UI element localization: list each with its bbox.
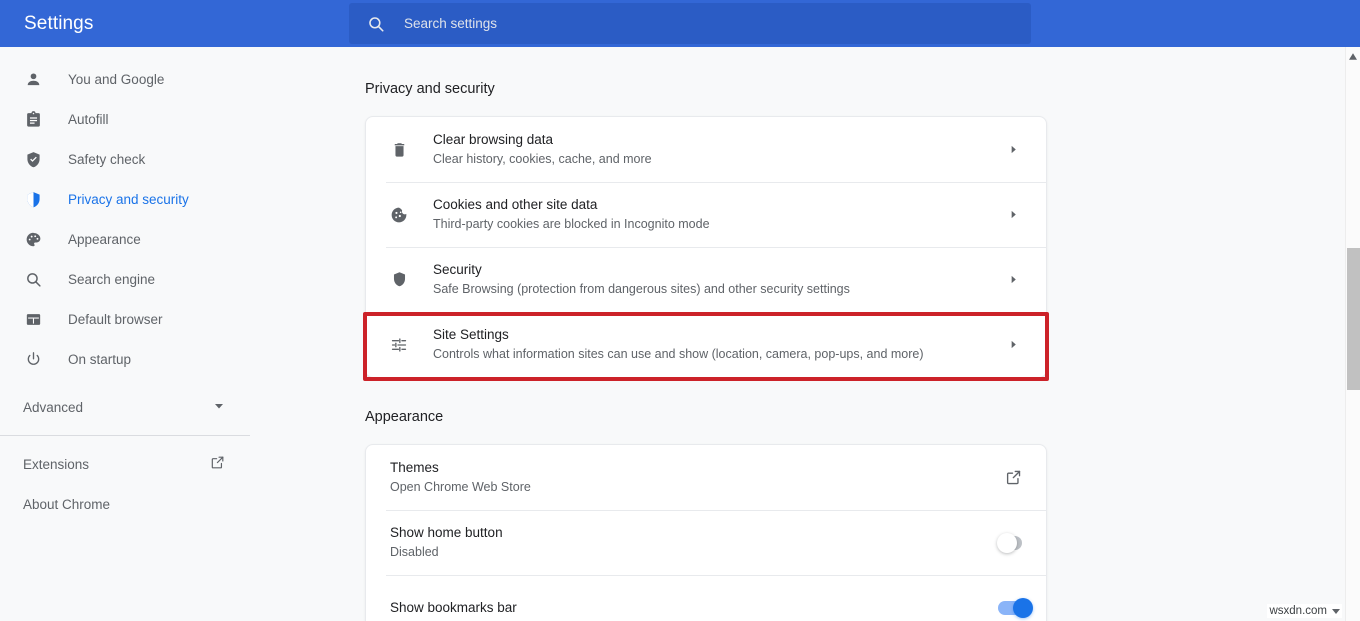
row-text: Clear browsing data Clear history, cooki… xyxy=(433,130,998,169)
toggle-knob xyxy=(997,533,1017,553)
search-icon xyxy=(367,15,385,33)
sidebar-item-extensions[interactable]: Extensions xyxy=(0,444,250,484)
row-security[interactable]: Security Safe Browsing (protection from … xyxy=(366,247,1046,312)
scrollbar-thumb[interactable] xyxy=(1347,248,1360,390)
sidebar-item-label: Appearance xyxy=(68,232,141,247)
row-subtitle: Disabled xyxy=(390,543,998,562)
open-in-new-icon[interactable] xyxy=(998,469,1028,486)
sidebar-item-default-browser[interactable]: Default browser xyxy=(0,299,250,339)
search-icon xyxy=(23,269,43,289)
show-home-button-toggle[interactable] xyxy=(998,536,1028,550)
sidebar-item-about-chrome[interactable]: About Chrome xyxy=(0,484,250,524)
search-input[interactable] xyxy=(404,16,1031,31)
appearance-card: Themes Open Chrome Web Store Show home b… xyxy=(365,444,1047,621)
chevron-right-icon[interactable] xyxy=(998,209,1028,220)
row-title: Show bookmarks bar xyxy=(390,598,998,617)
extensions-label: Extensions xyxy=(23,457,210,472)
search-box[interactable] xyxy=(349,3,1031,44)
row-clear-browsing-data[interactable]: Clear browsing data Clear history, cooki… xyxy=(366,117,1046,182)
shield-icon xyxy=(388,271,410,288)
main-content: Privacy and security Clear browsing data… xyxy=(250,47,1345,621)
toggle-off[interactable] xyxy=(998,536,1022,550)
sidebar-item-label: Privacy and security xyxy=(68,192,189,207)
row-cookies-and-other-site-data[interactable]: Cookies and other site data Third-party … xyxy=(366,182,1046,247)
about-chrome-label: About Chrome xyxy=(23,497,225,512)
chevron-right-icon[interactable] xyxy=(998,274,1028,285)
row-subtitle: Controls what information sites can use … xyxy=(433,345,998,364)
row-subtitle: Third-party cookies are blocked in Incog… xyxy=(433,215,998,234)
row-text: Themes Open Chrome Web Store xyxy=(390,458,998,497)
caret-down-icon xyxy=(1332,609,1340,614)
row-text: Show home button Disabled xyxy=(390,523,998,562)
row-text: Show bookmarks bar xyxy=(390,598,998,617)
sidebar-divider xyxy=(0,435,250,436)
sidebar-item-label: Search engine xyxy=(68,272,155,287)
sidebar-item-advanced[interactable]: Advanced xyxy=(0,387,250,427)
watermark-text: wsxdn.com xyxy=(1269,605,1327,617)
row-title: Cookies and other site data xyxy=(433,195,998,214)
row-title: Show home button xyxy=(390,523,998,542)
palette-icon xyxy=(23,229,43,249)
toggle-knob xyxy=(1013,598,1033,618)
row-text: Site Settings Controls what information … xyxy=(433,325,998,364)
sidebar-item-label: Autofill xyxy=(68,112,109,127)
shield-icon xyxy=(23,189,43,209)
settings-page: Settings You and Google xyxy=(0,0,1360,621)
sidebar-item-label: Safety check xyxy=(68,152,145,167)
chevron-down-icon xyxy=(213,400,225,415)
sidebar-item-autofill[interactable]: Autofill xyxy=(0,99,250,139)
privacy-card: Clear browsing data Clear history, cooki… xyxy=(365,116,1047,378)
chevron-right-icon[interactable] xyxy=(998,144,1028,155)
row-subtitle: Open Chrome Web Store xyxy=(390,478,998,497)
sidebar-item-label: You and Google xyxy=(68,72,164,87)
section-title-appearance: Appearance xyxy=(365,409,443,425)
row-site-settings[interactable]: Site Settings Controls what information … xyxy=(366,312,1046,377)
open-in-new-icon xyxy=(210,455,225,473)
page-title: Settings xyxy=(24,13,340,35)
row-subtitle: Safe Browsing (protection from dangerous… xyxy=(433,280,998,299)
row-title: Clear browsing data xyxy=(433,130,998,149)
app-header: Settings xyxy=(0,0,1360,47)
sidebar: You and Google Autofill Safety check xyxy=(0,47,250,621)
browser-window-icon xyxy=(23,309,43,329)
toggle-on[interactable] xyxy=(998,601,1022,615)
vertical-scrollbar[interactable] xyxy=(1345,47,1360,621)
advanced-label: Advanced xyxy=(23,400,213,415)
cookie-icon xyxy=(388,206,410,224)
sidebar-item-safety-check[interactable]: Safety check xyxy=(0,139,250,179)
row-themes[interactable]: Themes Open Chrome Web Store xyxy=(366,445,1046,510)
sidebar-item-label: Default browser xyxy=(68,312,163,327)
row-text: Cookies and other site data Third-party … xyxy=(433,195,998,234)
chevron-right-icon[interactable] xyxy=(998,339,1028,350)
shield-check-icon xyxy=(23,149,43,169)
trash-icon xyxy=(388,141,410,158)
sidebar-item-privacy-and-security[interactable]: Privacy and security xyxy=(0,179,250,219)
row-title: Security xyxy=(433,260,998,279)
power-icon xyxy=(23,349,43,369)
watermark: wsxdn.com xyxy=(1267,604,1342,618)
sidebar-item-you-and-google[interactable]: You and Google xyxy=(0,59,250,99)
sidebar-item-appearance[interactable]: Appearance xyxy=(0,219,250,259)
tune-icon xyxy=(388,336,410,354)
row-text: Security Safe Browsing (protection from … xyxy=(433,260,998,299)
clipboard-icon xyxy=(23,109,43,129)
sidebar-item-label: On startup xyxy=(68,352,131,367)
row-show-bookmarks-bar[interactable]: Show bookmarks bar xyxy=(366,575,1046,621)
row-title: Themes xyxy=(390,458,998,477)
sidebar-item-on-startup[interactable]: On startup xyxy=(0,339,250,379)
row-subtitle: Clear history, cookies, cache, and more xyxy=(433,150,998,169)
sidebar-item-search-engine[interactable]: Search engine xyxy=(0,259,250,299)
triangle-up-icon[interactable] xyxy=(1346,49,1360,63)
row-show-home-button[interactable]: Show home button Disabled xyxy=(366,510,1046,575)
section-title-privacy: Privacy and security xyxy=(365,81,495,97)
row-title: Site Settings xyxy=(433,325,998,344)
person-icon xyxy=(23,69,43,89)
show-bookmarks-bar-toggle[interactable] xyxy=(998,601,1028,615)
